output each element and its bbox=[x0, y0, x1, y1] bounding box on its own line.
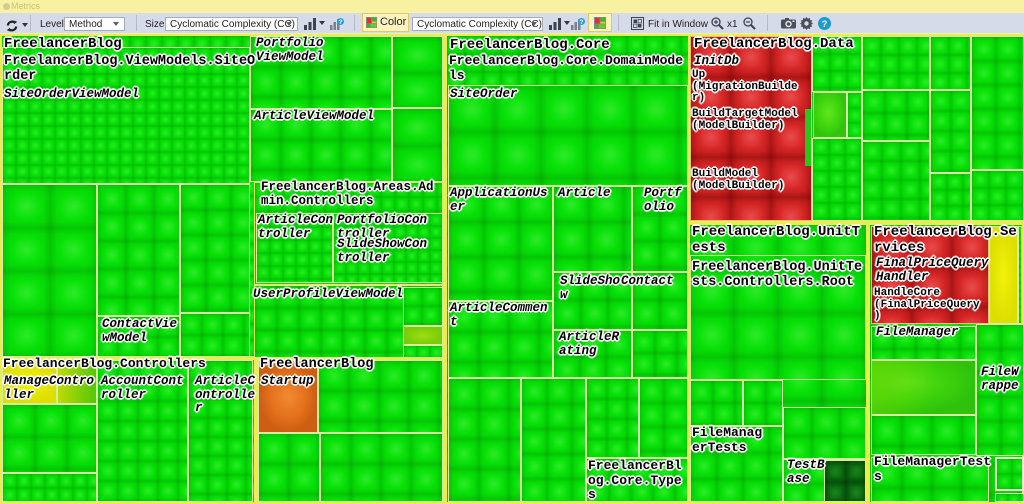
svg-text:?: ? bbox=[580, 19, 584, 26]
svg-text:?: ? bbox=[339, 19, 343, 26]
svg-text:?: ? bbox=[822, 19, 828, 30]
